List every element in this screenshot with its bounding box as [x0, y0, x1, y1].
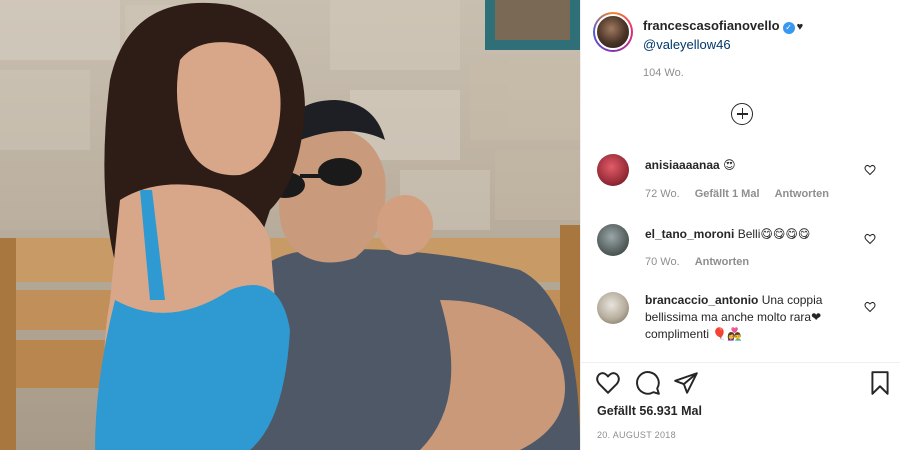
- heart-symbol: ♥: [796, 21, 804, 33]
- comment-username[interactable]: anisiaaaanaa: [645, 158, 720, 172]
- comment-text: el_tano_moroni Belli😋😋😋😋: [645, 226, 855, 243]
- heart-like-icon[interactable]: [864, 233, 876, 245]
- reply-button[interactable]: Antworten: [695, 256, 749, 268]
- comment-bubble-icon[interactable]: [635, 370, 661, 396]
- bookmark-icon[interactable]: [867, 370, 893, 396]
- commenter-avatar[interactable]: [597, 292, 629, 324]
- comment-text: brancaccio_antonio Una coppia bellissima…: [645, 292, 855, 343]
- post-sidebar: francescasofianovello ✓ ♥ @valeyellow46 10…: [580, 0, 900, 450]
- post-actions: [581, 370, 900, 402]
- comment-time: 70 Wo.: [645, 256, 680, 268]
- author-avatar[interactable]: [593, 12, 633, 52]
- author-username[interactable]: francescasofianovello ✓ ♥: [643, 18, 803, 34]
- comment-meta: 72 Wo. Gefällt 1 Mal Antworten: [645, 188, 841, 200]
- author-username-text[interactable]: francescasofianovello: [643, 18, 780, 33]
- like-heart-icon[interactable]: [595, 370, 621, 396]
- post-date: 20. AUGUST 2018: [597, 430, 676, 440]
- comment-content: 😍: [723, 158, 736, 172]
- verified-check-icon: ✓: [782, 22, 795, 34]
- comment-username[interactable]: el_tano_moroni: [645, 227, 734, 241]
- comment-time: 72 Wo.: [645, 188, 680, 200]
- reply-button[interactable]: Antworten: [775, 188, 829, 200]
- heart-like-icon[interactable]: [864, 164, 876, 176]
- comment-content: Belli😋😋😋😋: [737, 227, 811, 241]
- commenter-avatar[interactable]: [597, 224, 629, 256]
- caption-mention[interactable]: @valeyellow46: [643, 37, 731, 52]
- comment-likes[interactable]: Gefällt 1 Mal: [695, 188, 760, 200]
- commenter-avatar[interactable]: [597, 154, 629, 186]
- comment-username[interactable]: brancaccio_antonio: [645, 293, 758, 307]
- comment-meta: 70 Wo. Antworten: [645, 256, 761, 268]
- post-photo-image: [0, 0, 580, 450]
- post-header: francescasofianovello ✓ ♥ @valeyellow46 10…: [581, 0, 900, 90]
- load-more-comments-icon[interactable]: [731, 103, 753, 125]
- comment-text: anisiaaaanaa 😍: [645, 157, 855, 174]
- share-paper-plane-icon[interactable]: [673, 370, 699, 396]
- heart-like-icon[interactable]: [864, 301, 876, 313]
- caption-time: 104 Wo.: [643, 67, 684, 79]
- divider: [581, 362, 900, 363]
- post-photo[interactable]: [0, 0, 580, 450]
- likes-count[interactable]: Gefällt 56.931 Mal: [597, 404, 702, 418]
